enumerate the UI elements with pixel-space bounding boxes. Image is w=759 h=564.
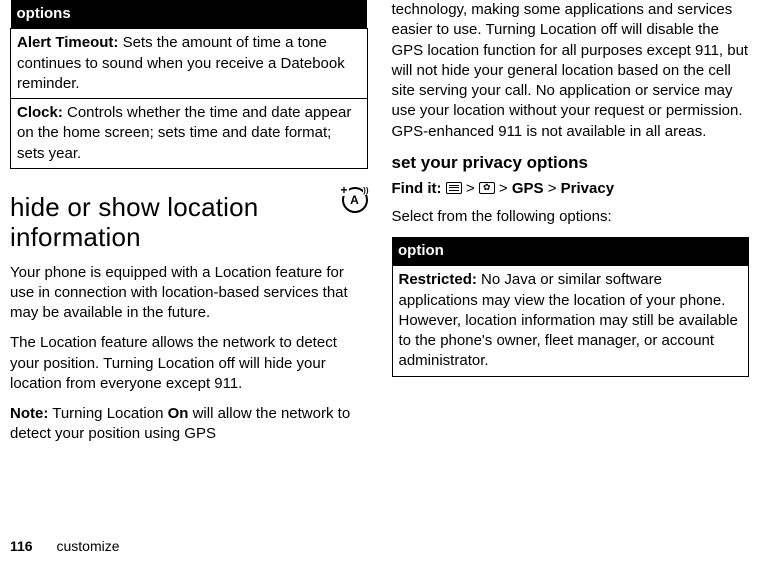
page-footer: 116 customize bbox=[10, 537, 120, 556]
option-label: Restricted: bbox=[399, 271, 477, 288]
body-paragraph-continued: technology, making some applications and… bbox=[392, 0, 750, 142]
options-table-header: option bbox=[392, 237, 749, 266]
body-paragraph: Your phone is equipped with a Location f… bbox=[10, 263, 368, 324]
path-sep: > bbox=[544, 180, 561, 197]
note-label: Note: bbox=[10, 405, 48, 422]
options-table-header: options bbox=[11, 0, 368, 29]
options-table-right: option Restricted: No Java or similar so… bbox=[392, 237, 750, 377]
body-paragraph: Select from the following options: bbox=[392, 207, 750, 227]
option-label: Clock: bbox=[17, 104, 63, 121]
footer-section: customize bbox=[56, 538, 119, 554]
path-sep: > bbox=[462, 180, 479, 197]
options-table-left: options Alert Timeout: Sets the amount o… bbox=[10, 0, 368, 169]
tools-key-icon bbox=[479, 182, 495, 194]
page-number: 116 bbox=[10, 538, 33, 554]
path-privacy: Privacy bbox=[561, 180, 614, 197]
subsection-heading: set your privacy options bbox=[392, 152, 750, 175]
option-text: Controls whether the time and date appea… bbox=[17, 104, 351, 162]
plus-icon: + bbox=[340, 184, 349, 196]
icon-letter: A bbox=[350, 192, 359, 208]
note-text-a: Turning Location bbox=[48, 405, 167, 422]
find-it-path: Find it: > > GPS > Privacy bbox=[392, 179, 750, 199]
signal-icon: )) bbox=[363, 187, 368, 195]
feature-icon: + A )) bbox=[342, 187, 368, 213]
body-paragraph: Note: Turning Location On will allow the… bbox=[10, 404, 368, 445]
table-row: Clock: Controls whether the time and dat… bbox=[11, 99, 368, 169]
path-gps: GPS bbox=[512, 180, 544, 197]
body-paragraph: The Location feature allows the network … bbox=[10, 333, 368, 394]
findit-label: Find it: bbox=[392, 180, 442, 197]
menu-key-icon bbox=[446, 182, 462, 194]
path-sep: > bbox=[495, 180, 512, 197]
note-on: On bbox=[168, 405, 189, 422]
section-heading: hide or show location information bbox=[10, 193, 336, 253]
option-label: Alert Timeout: bbox=[17, 34, 118, 51]
table-row: Alert Timeout: Sets the amount of time a… bbox=[11, 29, 368, 99]
table-row: Restricted: No Java or similar software … bbox=[392, 266, 749, 376]
